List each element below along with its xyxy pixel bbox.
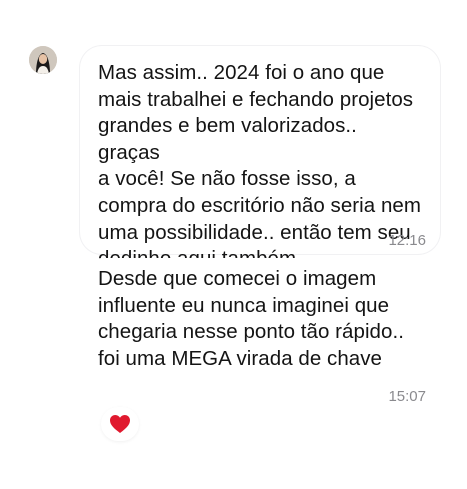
message-timestamp: 15:07 — [388, 388, 426, 405]
message-text: Mas assim.. 2024 foi o ano que mais trab… — [98, 61, 422, 270]
message-bubble[interactable]: Desde que comecei o imagem influente eu … — [80, 258, 440, 408]
avatar-photo-icon — [29, 46, 57, 74]
message-timestamp: 12:16 — [388, 232, 426, 249]
message-text: Desde que comecei o imagem influente eu … — [98, 267, 404, 370]
message-reaction[interactable] — [101, 407, 139, 441]
red-heart-icon — [110, 415, 130, 433]
sender-avatar[interactable] — [29, 46, 57, 74]
message-bubble[interactable]: Mas assim.. 2024 foi o ano que mais trab… — [80, 46, 440, 270]
